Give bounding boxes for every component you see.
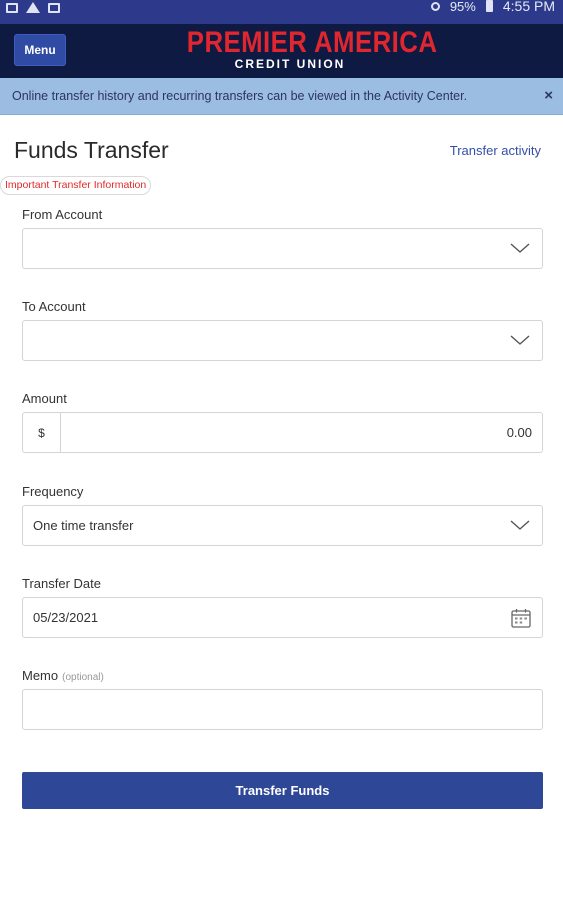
chevron-down-icon bbox=[510, 335, 530, 345]
transfer-activity-link[interactable]: Transfer activity bbox=[450, 143, 541, 158]
notification-icon bbox=[6, 2, 18, 13]
alarm-icon bbox=[430, 1, 440, 11]
frequency-select[interactable]: One time transfer bbox=[22, 505, 543, 546]
optional-hint: (optional) bbox=[62, 672, 104, 683]
transfer-date-field[interactable]: 05/23/2021 bbox=[22, 597, 543, 638]
info-banner: Online transfer history and recurring tr… bbox=[0, 78, 563, 115]
page-title: Funds Transfer bbox=[14, 137, 169, 163]
currency-symbol: $ bbox=[23, 413, 61, 452]
system-icons: 95% 4:55 PM bbox=[430, 0, 555, 14]
amount-label: Amount bbox=[22, 391, 67, 406]
amount-input[interactable]: 0.00 bbox=[507, 425, 532, 440]
transfer-date-label: Transfer Date bbox=[22, 576, 101, 591]
notification-icons bbox=[6, 2, 60, 13]
to-account-label: To Account bbox=[22, 299, 86, 314]
to-account-select[interactable] bbox=[22, 320, 543, 361]
clock: 4:55 PM bbox=[502, 0, 555, 14]
status-bar: 95% 4:55 PM bbox=[0, 0, 563, 24]
important-info-link[interactable]: Important Transfer Information bbox=[0, 176, 152, 195]
from-account-label: From Account bbox=[22, 207, 103, 222]
transfer-funds-button[interactable]: Transfer Funds bbox=[22, 772, 543, 809]
image-icon bbox=[48, 2, 60, 13]
transfer-date-value: 05/23/2021 bbox=[33, 610, 99, 625]
logo-main-text: PREMIER AMERICA bbox=[186, 26, 438, 59]
memo-label-text: Memo bbox=[22, 668, 59, 683]
frequency-value: One time transfer bbox=[33, 518, 134, 533]
battery-icon bbox=[485, 0, 493, 12]
amount-field[interactable]: $ 0.00 bbox=[22, 412, 543, 453]
menu-button[interactable]: Menu bbox=[14, 34, 66, 66]
calendar-icon[interactable] bbox=[510, 607, 532, 629]
banner-text: Online transfer history and recurring tr… bbox=[12, 89, 468, 103]
memo-label: Memo (optional) bbox=[22, 668, 104, 683]
app-header: Menu PREMIER AMERICA CREDIT UNION bbox=[0, 24, 563, 78]
warning-icon bbox=[26, 2, 40, 13]
brand-logo: PREMIER AMERICA CREDIT UNION bbox=[170, 26, 438, 70]
close-icon[interactable]: × bbox=[544, 87, 553, 105]
frequency-label: Frequency bbox=[22, 484, 84, 499]
battery-percent: 95% bbox=[449, 0, 476, 14]
chevron-down-icon bbox=[510, 520, 530, 530]
memo-input[interactable] bbox=[22, 689, 543, 730]
from-account-select[interactable] bbox=[22, 228, 543, 269]
chevron-down-icon bbox=[510, 243, 530, 253]
